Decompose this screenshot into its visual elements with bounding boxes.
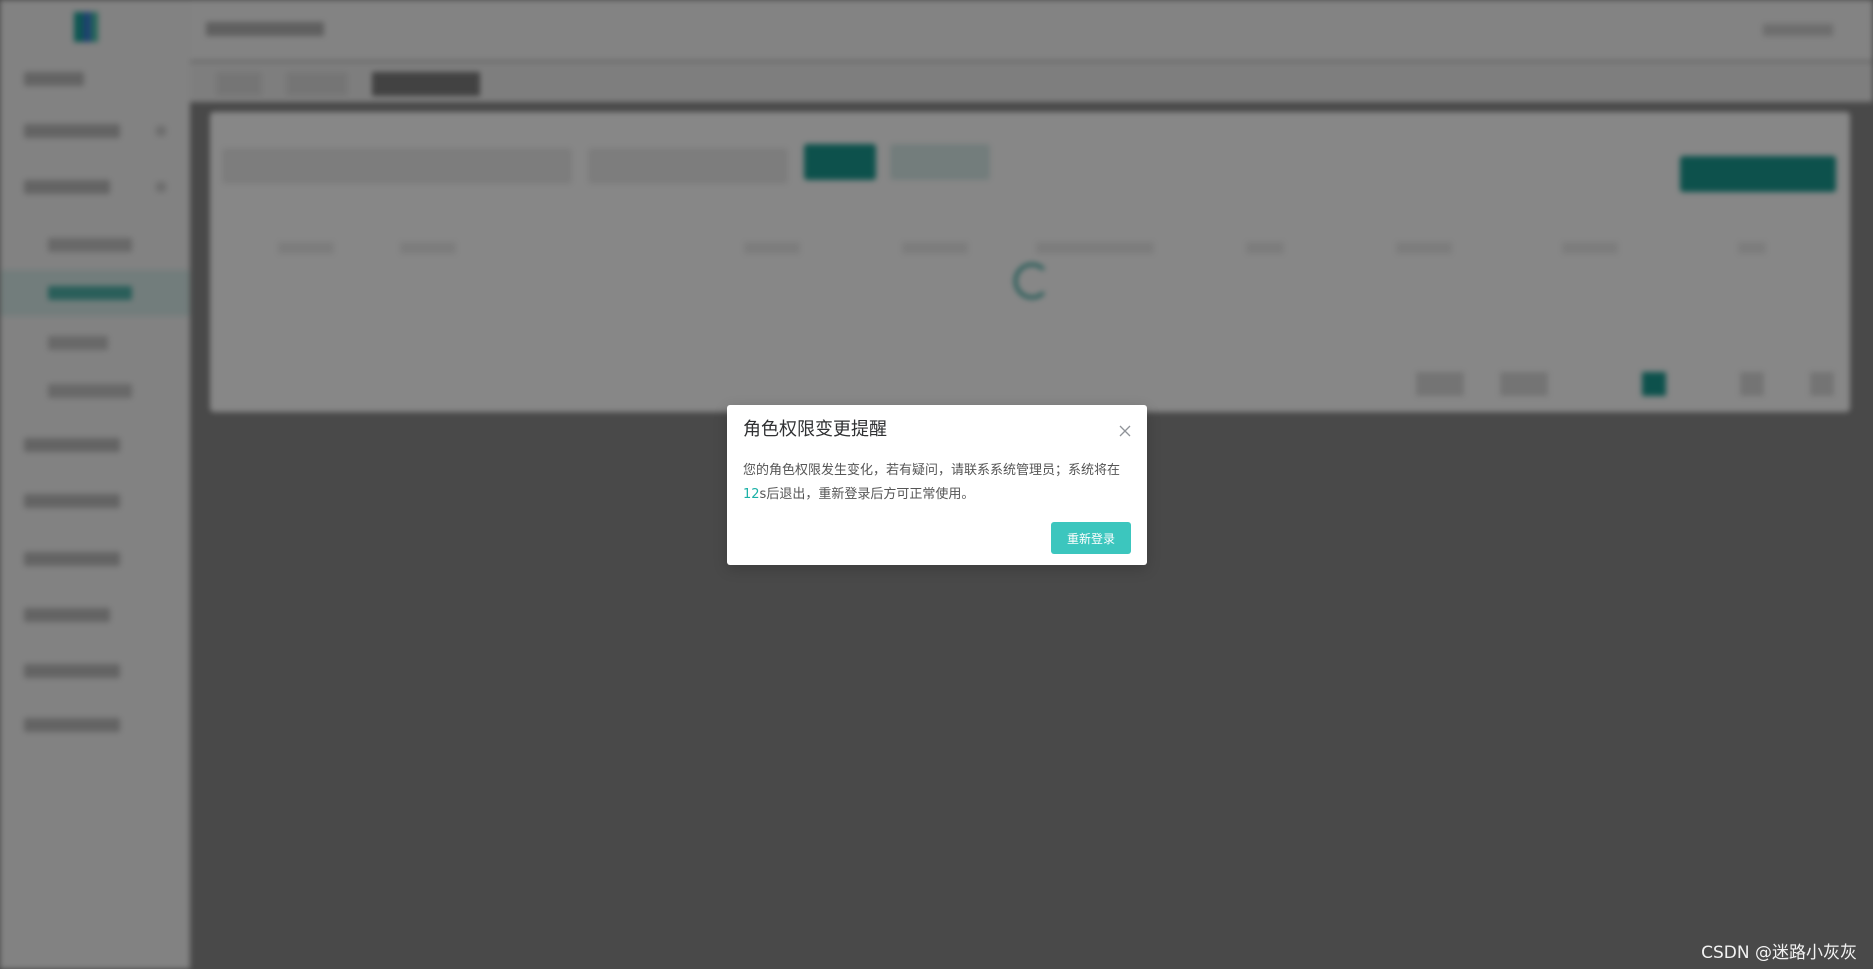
message-text-tail: 后退出，重新登录后方可正常使用。 xyxy=(766,487,975,502)
dialog-title: 角色权限变更提醒 xyxy=(743,419,887,440)
permission-change-dialog: 角色权限变更提醒 您的角色权限发生变化，若有疑问，请联系系统管理员；系统将在 12… xyxy=(727,405,1147,565)
countdown-seconds: 12 xyxy=(743,487,760,502)
message-text: 您的角色权限发生变化，若有疑问，请联系系统管理员；系统将在 xyxy=(743,463,1121,478)
relogin-button[interactable]: 重新登录 xyxy=(1051,522,1131,554)
watermark-text: CSDN @迷路小灰灰 xyxy=(1701,943,1857,963)
dialog-message: 您的角色权限发生变化，若有疑问，请联系系统管理员；系统将在12s后退出，重新登录… xyxy=(743,459,1133,507)
close-icon[interactable] xyxy=(1119,425,1131,437)
